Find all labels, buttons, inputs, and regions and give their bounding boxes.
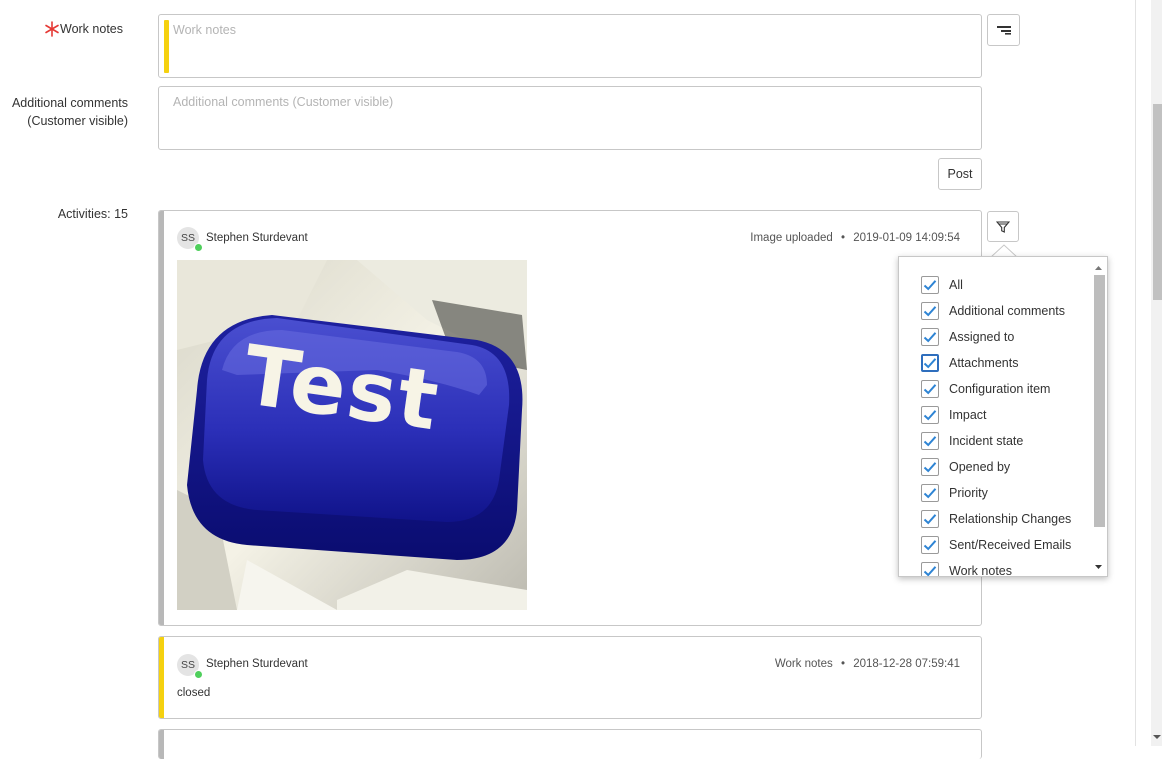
popup-scrollbar[interactable] — [1092, 261, 1105, 574]
meta-separator: • — [840, 232, 845, 244]
activity-entry: SS Stephen Sturdevant Work notes • 2018-… — [158, 636, 982, 719]
filter-option[interactable]: Sent/Received Emails — [921, 535, 1071, 555]
meta-separator: • — [840, 658, 845, 670]
work-notes-placeholder: Work notes — [173, 23, 236, 37]
filter-option[interactable]: All — [921, 275, 963, 295]
checkmark-icon — [923, 462, 937, 473]
uploaded-image[interactable]: Test — [177, 260, 527, 610]
page-scrollbar-thumb[interactable] — [1153, 104, 1162, 300]
checkmark-icon — [923, 436, 937, 447]
post-button[interactable]: Post — [938, 158, 982, 190]
checkmark-icon — [923, 514, 937, 525]
activity-type: Work notes — [774, 658, 833, 670]
checkmark-icon — [923, 306, 937, 317]
scroll-down-icon[interactable] — [1151, 732, 1162, 742]
activity-accent-bar — [159, 637, 164, 718]
filter-checkbox[interactable] — [921, 432, 939, 450]
checkmark-icon — [923, 410, 937, 421]
activity-timestamp: 2019-01-09 14:09:54 — [853, 232, 960, 244]
activity-body: closed — [177, 687, 211, 699]
activity-entry — [158, 729, 982, 759]
filter-checkbox[interactable] — [921, 380, 939, 398]
scroll-down-icon[interactable] — [1092, 562, 1105, 572]
page-scrollbar[interactable] — [1135, 0, 1162, 746]
filter-option-label: All — [949, 278, 963, 292]
checkmark-icon — [923, 488, 937, 499]
asterisk-icon — [45, 21, 59, 37]
filter-checkbox[interactable] — [921, 302, 939, 320]
work-notes-accent-bar — [164, 20, 169, 73]
checkmark-icon — [923, 280, 937, 291]
additional-comments-label-line2: (Customer visible) — [27, 114, 128, 128]
filter-option[interactable]: Work notes — [921, 561, 1012, 577]
activity-author: Stephen Sturdevant — [206, 658, 308, 670]
activity-meta: Image uploaded • 2019-01-09 14:09:54 — [750, 232, 960, 244]
filter-option[interactable]: Relationship Changes — [921, 509, 1071, 529]
activity-accent-bar — [159, 211, 164, 625]
filter-checkbox[interactable] — [921, 536, 939, 554]
presence-indicator — [194, 670, 203, 679]
work-notes-label: Work notes — [60, 22, 123, 36]
filter-checkbox[interactable] — [921, 406, 939, 424]
activity-meta: Work notes • 2018-12-28 07:59:41 — [775, 658, 960, 670]
filter-option-label: Work notes — [949, 564, 1012, 577]
filter-option-label: Relationship Changes — [949, 512, 1072, 526]
filter-option[interactable]: Impact — [921, 405, 987, 425]
checkmark-icon — [923, 566, 937, 576]
presence-indicator — [194, 243, 203, 252]
required-indicator — [44, 20, 60, 38]
checkmark-icon — [923, 332, 937, 343]
additional-comments-field[interactable]: Additional comments (Customer visible) — [158, 86, 982, 150]
filter-checkbox[interactable] — [921, 276, 939, 294]
filter-option[interactable]: Incident state — [921, 431, 1023, 451]
filter-option[interactable]: Additional comments — [921, 301, 1065, 321]
checkmark-icon — [923, 384, 937, 395]
activity-entry: SS Stephen Sturdevant Image uploaded • 2… — [158, 210, 982, 626]
activities-label: Activities: 15 — [57, 207, 128, 221]
scroll-up-icon[interactable] — [1092, 263, 1105, 273]
activity-filter-button[interactable] — [987, 211, 1019, 242]
filter-option[interactable]: Assigned to — [921, 327, 1014, 347]
filter-option[interactable]: Attachments — [921, 353, 1018, 373]
activity-timestamp: 2018-12-28 07:59:41 — [853, 658, 960, 670]
filter-option-label: Incident state — [949, 434, 1024, 448]
activity-type: Image uploaded — [750, 232, 833, 244]
filter-checkbox[interactable] — [921, 510, 939, 528]
activity-author: Stephen Sturdevant — [206, 232, 308, 244]
field-toggle-button[interactable] — [987, 14, 1020, 46]
filter-option[interactable]: Priority — [921, 483, 988, 503]
checkmark-icon — [923, 540, 937, 551]
filter-option[interactable]: Configuration item — [921, 379, 1050, 399]
activity-filter-popup: All Additional comments Assigned to Attachm… — [898, 256, 1108, 577]
work-notes-field[interactable]: Work notes — [158, 14, 982, 78]
popup-scrollbar-thumb[interactable] — [1094, 275, 1105, 527]
additional-comments-placeholder: Additional comments (Customer visible) — [173, 95, 394, 109]
filter-option-label: Additional comments — [949, 304, 1066, 318]
filter-option-label: Opened by — [949, 460, 1011, 474]
filter-option-label: Sent/Received Emails — [949, 538, 1072, 552]
filter-checkbox[interactable] — [921, 328, 939, 346]
filter-option-label: Attachments — [949, 356, 1019, 370]
filter-option-label: Assigned to — [949, 330, 1015, 344]
filter-checkbox[interactable] — [921, 484, 939, 502]
activity-accent-bar — [159, 730, 164, 759]
filter-checkbox[interactable] — [921, 562, 939, 576]
filter-option-label: Priority — [949, 486, 988, 500]
additional-comments-label-line1: Additional comments — [11, 96, 128, 110]
filter-option-label: Configuration item — [949, 382, 1051, 396]
additional-comments-label: Additional comments (Customer visible) — [0, 94, 128, 130]
filter-checkbox[interactable] — [921, 458, 939, 476]
funnel-icon — [996, 220, 1010, 233]
filter-checkbox[interactable] — [921, 354, 939, 372]
filter-option[interactable]: Opened by — [921, 457, 1010, 477]
stack-toggle-icon — [996, 26, 1011, 35]
filter-option-label: Impact — [949, 408, 987, 422]
checkmark-icon — [923, 358, 937, 369]
